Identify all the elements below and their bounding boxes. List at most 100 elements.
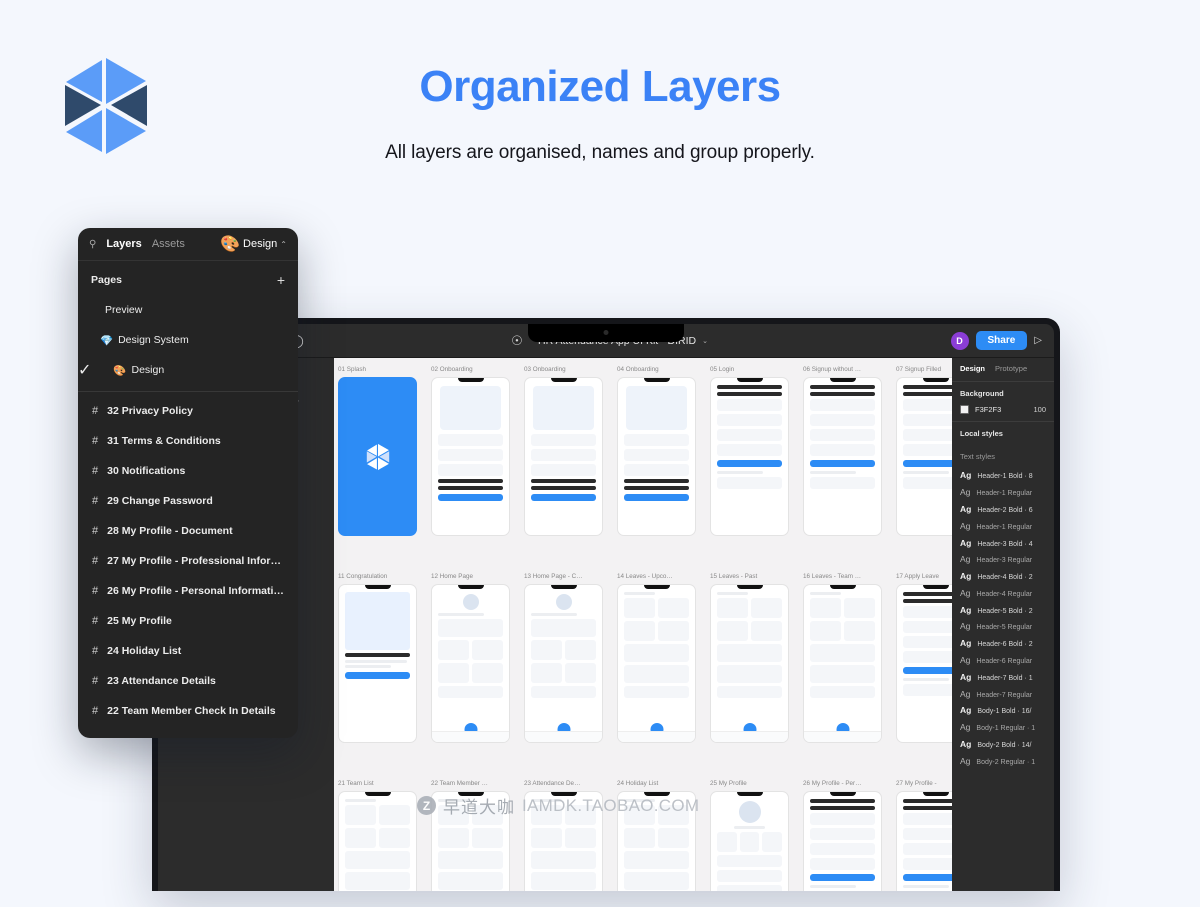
text-style-item[interactable]: Ag Header-3 Bold · 4 bbox=[952, 534, 1054, 551]
input-field[interactable] bbox=[903, 813, 952, 825]
text-style-item[interactable]: Ag Header-7 Regular bbox=[952, 685, 1054, 702]
tab-bar[interactable] bbox=[432, 731, 509, 742]
artboard-list[interactable] bbox=[803, 584, 882, 743]
artboard-form[interactable] bbox=[803, 791, 882, 891]
artboard-profile[interactable] bbox=[710, 791, 789, 891]
text-style-item[interactable]: Ag Header-1 Regular bbox=[952, 517, 1054, 534]
frame-cell[interactable]: 11 Congratulation bbox=[338, 573, 431, 743]
input-field[interactable] bbox=[810, 858, 875, 870]
input-field[interactable] bbox=[903, 429, 952, 441]
tab-layers[interactable]: Layers bbox=[106, 238, 141, 250]
text-style-item[interactable]: Ag Header-4 Bold · 2 bbox=[952, 568, 1054, 585]
input-field[interactable] bbox=[810, 399, 875, 411]
primary-button[interactable] bbox=[810, 874, 875, 881]
frame-cell[interactable]: 03 Onboarding bbox=[524, 366, 617, 536]
social-button[interactable] bbox=[717, 477, 782, 489]
layer-item[interactable]: #29 Change Password bbox=[78, 486, 298, 516]
primary-button[interactable] bbox=[438, 494, 503, 501]
input-field[interactable] bbox=[810, 414, 875, 426]
frame-cell[interactable]: 13 Home Page - C… bbox=[524, 573, 617, 743]
layer-item[interactable]: #23 Attendance Details bbox=[78, 666, 298, 696]
frame-cell[interactable]: 26 My Profile - Per… bbox=[803, 780, 896, 891]
artboard-onboarding[interactable] bbox=[524, 377, 603, 536]
page-item-design-system[interactable]: 💎 Design System bbox=[78, 325, 298, 355]
primary-button[interactable] bbox=[903, 874, 952, 881]
page-item-design[interactable]: ✓ 🎨 Design bbox=[78, 355, 298, 385]
text-style-item[interactable]: Ag Header-6 Regular bbox=[952, 652, 1054, 669]
design-page-menu[interactable]: 🎨 Design ⌃ bbox=[220, 234, 287, 254]
frame-cell[interactable]: 25 My Profile bbox=[710, 780, 803, 891]
layer-item[interactable]: #26 My Profile - Personal Informati… bbox=[78, 576, 298, 606]
primary-button[interactable] bbox=[624, 494, 689, 501]
search-icon[interactable]: ⚲ bbox=[89, 239, 96, 250]
artboard-congrats[interactable] bbox=[338, 584, 417, 743]
input-field[interactable] bbox=[903, 651, 952, 663]
artboard-home[interactable] bbox=[524, 584, 603, 743]
text-style-item[interactable]: Ag Body-1 Regular · 1 bbox=[952, 719, 1054, 736]
artboard-form[interactable] bbox=[896, 791, 952, 891]
layer-item[interactable]: #32 Privacy Policy bbox=[78, 396, 298, 426]
primary-button[interactable] bbox=[903, 460, 952, 467]
present-button[interactable]: ▷ bbox=[1034, 335, 1046, 346]
input-field[interactable] bbox=[903, 843, 952, 855]
input-field[interactable] bbox=[903, 636, 952, 648]
social-button[interactable] bbox=[810, 477, 875, 489]
layer-item[interactable]: #22 Team Member Check In Details bbox=[78, 696, 298, 726]
share-button[interactable]: Share bbox=[975, 331, 1028, 350]
text-style-item[interactable]: Ag Header-5 Bold · 2 bbox=[952, 601, 1054, 618]
social-button[interactable] bbox=[903, 684, 952, 696]
frame-cell[interactable]: 05 Login bbox=[710, 366, 803, 536]
artboard-form[interactable] bbox=[803, 377, 882, 536]
avatar[interactable]: D bbox=[950, 331, 969, 350]
input-field[interactable] bbox=[810, 828, 875, 840]
input-field[interactable] bbox=[717, 399, 782, 411]
tab-bar[interactable] bbox=[525, 731, 602, 742]
frame-cell[interactable]: 27 My Profile - bbox=[896, 780, 952, 891]
artboard-form[interactable] bbox=[896, 377, 952, 536]
text-style-item[interactable]: Ag Body-2 Regular · 1 bbox=[952, 752, 1054, 769]
text-style-item[interactable]: Ag Header-6 Bold · 2 bbox=[952, 635, 1054, 652]
frame-cell[interactable]: 12 Home Page bbox=[431, 573, 524, 743]
frame-cell[interactable]: 15 Leaves - Past bbox=[710, 573, 803, 743]
text-style-item[interactable]: Ag Header-2 Bold · 6 bbox=[952, 501, 1054, 518]
tab-prototype[interactable]: Prototype bbox=[995, 364, 1027, 373]
background-row[interactable]: F3F2F3 100 bbox=[960, 405, 1046, 414]
text-style-item[interactable]: Ag Header-7 Bold · 1 bbox=[952, 668, 1054, 685]
artboard-form[interactable] bbox=[896, 584, 952, 743]
input-field[interactable] bbox=[717, 414, 782, 426]
artboard-onboarding[interactable] bbox=[617, 377, 696, 536]
input-field[interactable] bbox=[903, 828, 952, 840]
page-item-preview[interactable]: Preview bbox=[78, 295, 298, 325]
input-field[interactable] bbox=[903, 444, 952, 456]
file-menu-caret-icon[interactable]: ⌄ bbox=[702, 337, 708, 345]
frame-cell[interactable]: 04 Onboarding bbox=[617, 366, 710, 536]
primary-button[interactable] bbox=[717, 460, 782, 467]
primary-button[interactable] bbox=[903, 667, 952, 674]
text-style-item[interactable]: Ag Header-3 Regular bbox=[952, 551, 1054, 568]
layer-item[interactable]: #30 Notifications bbox=[78, 456, 298, 486]
text-style-item[interactable]: Ag Header-1 Regular bbox=[952, 484, 1054, 501]
primary-button[interactable] bbox=[345, 672, 410, 679]
frame-cell[interactable]: 07 Signup Filled bbox=[896, 366, 952, 536]
text-style-item[interactable]: Ag Body-2 Bold · 14/ bbox=[952, 736, 1054, 753]
frame-cell[interactable]: 02 Onboarding bbox=[431, 366, 524, 536]
frame-cell[interactable]: 17 Apply Leave bbox=[896, 573, 952, 743]
frame-cell[interactable]: 01 Splash bbox=[338, 366, 431, 536]
text-style-item[interactable]: Ag Header-5 Regular bbox=[952, 618, 1054, 635]
input-field[interactable] bbox=[903, 858, 952, 870]
artboard-form[interactable] bbox=[710, 377, 789, 536]
input-field[interactable] bbox=[717, 444, 782, 456]
layer-item[interactable]: #28 My Profile - Document bbox=[78, 516, 298, 546]
frame-cell[interactable]: 14 Leaves - Upco… bbox=[617, 573, 710, 743]
input-field[interactable] bbox=[810, 429, 875, 441]
layer-item[interactable]: #27 My Profile - Professional Infor… bbox=[78, 546, 298, 576]
tab-bar[interactable] bbox=[711, 731, 788, 742]
tab-design[interactable]: Design bbox=[960, 364, 985, 373]
input-field[interactable] bbox=[903, 399, 952, 411]
primary-button[interactable] bbox=[531, 494, 596, 501]
artboard-onboarding[interactable] bbox=[431, 377, 510, 536]
social-button[interactable] bbox=[903, 477, 952, 489]
input-field[interactable] bbox=[810, 813, 875, 825]
text-style-item[interactable]: Ag Header-1 Bold · 8 bbox=[952, 467, 1054, 484]
input-field[interactable] bbox=[810, 444, 875, 456]
